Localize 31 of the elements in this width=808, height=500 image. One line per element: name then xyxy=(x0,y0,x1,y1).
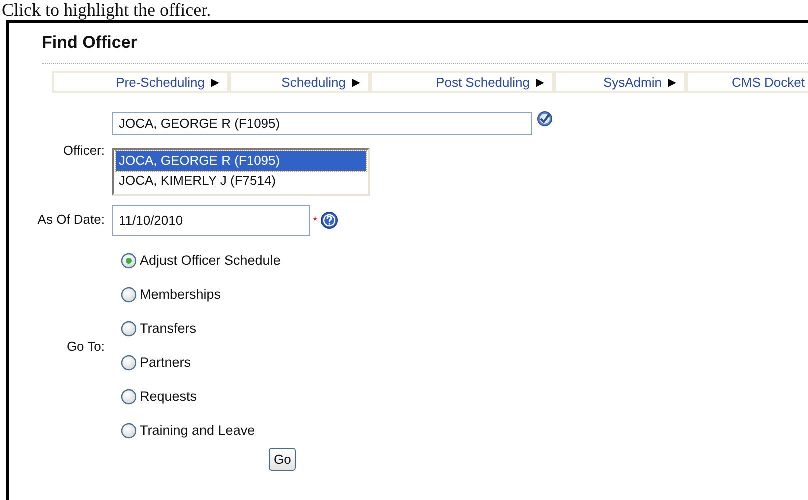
radio-button[interactable] xyxy=(121,286,137,302)
page-title: Find Officer xyxy=(42,33,138,54)
date-field[interactable]: 11/10/2010 xyxy=(112,205,310,236)
list-option[interactable]: JOCA, GEORGE R (F1095) xyxy=(116,151,366,171)
radio-button[interactable] xyxy=(121,354,137,370)
radio-label: Adjust Officer Schedule xyxy=(140,253,281,268)
nav-menu-item[interactable]: CMS Docket xyxy=(686,71,808,93)
nav-menu-item[interactable]: SysAdmin ▶ xyxy=(554,71,686,93)
caption-text: Click to highlight the officer. xyxy=(2,0,212,20)
radio-label: Memberships xyxy=(140,287,222,302)
nav-menu-item[interactable]: Pre-Scheduling ▶ xyxy=(52,71,229,93)
radio-label: Transfers xyxy=(140,321,197,336)
nav-menu-item[interactable]: Scheduling ▶ xyxy=(229,71,370,93)
field-label: As Of Date: xyxy=(36,212,105,229)
radio-label: Training and Leave xyxy=(140,423,256,438)
field-label: Officer: xyxy=(62,143,105,160)
help-icon[interactable] xyxy=(320,212,338,229)
radio-button[interactable] xyxy=(121,320,137,336)
field-label: Go To: xyxy=(66,339,105,354)
radio-label: Requests xyxy=(140,389,198,404)
check-icon[interactable] xyxy=(537,111,553,127)
radio-button[interactable] xyxy=(121,252,137,268)
nav-menu-item[interactable]: Post Scheduling ▶ xyxy=(370,71,554,93)
required-mark: * xyxy=(313,214,318,228)
radio-label: Partners xyxy=(140,355,192,370)
officer-listbox[interactable]: JOCA, GEORGE R (F1095) JOCA, KIMERLY J (F7514) xyxy=(112,148,370,196)
officer-search-field[interactable]: JOCA, GEORGE R (F1095) xyxy=(112,112,532,135)
radio-button[interactable] xyxy=(121,422,137,438)
list-option[interactable]: JOCA, KIMERLY J (F7514) xyxy=(116,171,366,191)
go-button[interactable]: Go xyxy=(269,448,296,471)
radio-button[interactable] xyxy=(121,388,137,404)
